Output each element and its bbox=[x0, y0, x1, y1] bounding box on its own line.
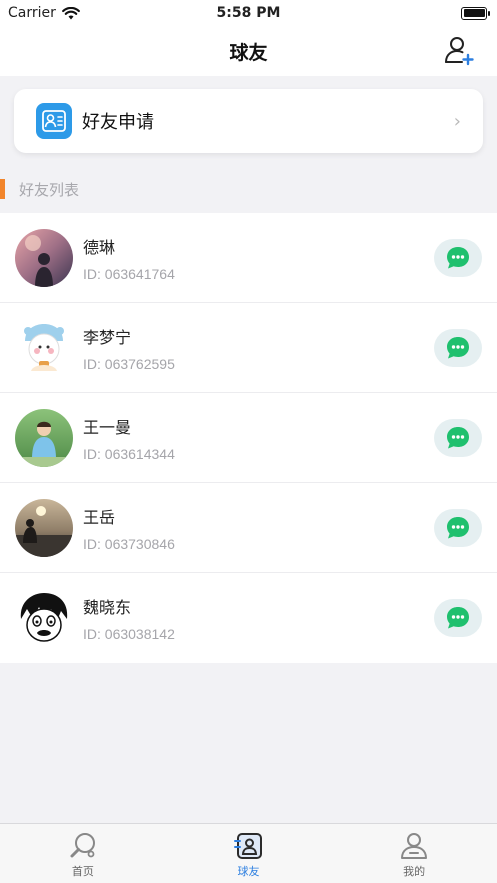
friend-name: 李梦宁 bbox=[83, 327, 132, 347]
tab-label: 首页 bbox=[71, 865, 94, 878]
friend-id: ID: 063614344 bbox=[83, 445, 175, 462]
friend-id: ID: 063641764 bbox=[83, 265, 175, 282]
tab-bar: 首页 球友 我的 bbox=[0, 823, 497, 883]
friend-row[interactable]: 王一曼 ID: 063614344 bbox=[0, 393, 497, 483]
friend-name: 王一曼 bbox=[83, 417, 132, 437]
ping-pong-paddle-icon bbox=[70, 833, 95, 858]
carrier-label: Carrier bbox=[8, 5, 56, 21]
status-left: Carrier bbox=[8, 5, 80, 21]
friend-name: 王岳 bbox=[83, 507, 116, 527]
tab-profile[interactable]: 我的 bbox=[331, 824, 497, 883]
chat-button[interactable] bbox=[434, 328, 482, 367]
avatar[interactable] bbox=[15, 408, 73, 467]
add-friend-button[interactable] bbox=[443, 35, 475, 67]
chat-button[interactable] bbox=[434, 238, 482, 277]
friend-id: ID: 063038142 bbox=[83, 626, 175, 642]
chat-button[interactable] bbox=[434, 418, 482, 457]
wifi-icon bbox=[61, 6, 80, 19]
chat-bubble-icon bbox=[447, 426, 469, 448]
avatar[interactable] bbox=[15, 228, 73, 287]
contact-card-icon bbox=[36, 103, 72, 139]
friend-info: 李梦宁 ID: 063762595 bbox=[83, 324, 434, 372]
friend-row[interactable]: 魏晓东 ID: 063038142 bbox=[0, 573, 497, 663]
friend-info: 德琳 ID: 063641764 bbox=[83, 234, 434, 282]
friend-id: ID: 063730846 bbox=[83, 535, 175, 552]
friend-request-label: 好友申请 bbox=[82, 112, 154, 133]
battery-icon bbox=[461, 6, 490, 20]
friend-list: 德琳 ID: 063641764 李梦宁 ID: 063762595 王一曼 I… bbox=[0, 213, 497, 663]
page-title: 球友 bbox=[229, 41, 268, 64]
chat-bubble-icon bbox=[447, 246, 469, 268]
friend-name: 魏晓东 bbox=[83, 598, 132, 617]
chevron-right-icon: › bbox=[453, 110, 461, 132]
chat-bubble-icon bbox=[447, 607, 469, 629]
chat-bubble-icon bbox=[447, 516, 469, 538]
status-bar: Carrier 5:58 PM bbox=[0, 0, 497, 26]
avatar[interactable] bbox=[15, 589, 73, 647]
tab-label: 球友 bbox=[237, 865, 260, 878]
section-title: 好友列表 bbox=[19, 180, 80, 199]
avatar[interactable] bbox=[15, 318, 73, 377]
friend-request-card[interactable]: 好友申请 › bbox=[14, 89, 483, 153]
avatar[interactable] bbox=[15, 498, 73, 557]
chat-button[interactable] bbox=[434, 508, 482, 547]
add-user-icon bbox=[445, 37, 474, 66]
friend-info: 王一曼 ID: 063614344 bbox=[83, 414, 434, 462]
user-icon bbox=[401, 833, 428, 859]
friends-contact-icon bbox=[233, 833, 262, 859]
friend-id: ID: 063762595 bbox=[83, 355, 175, 372]
friend-row[interactable]: 李梦宁 ID: 063762595 bbox=[0, 303, 497, 393]
tab-label: 我的 bbox=[403, 865, 426, 878]
tab-home[interactable]: 首页 bbox=[0, 824, 166, 883]
section-accent-bar bbox=[0, 179, 5, 199]
friend-row[interactable]: 德琳 ID: 063641764 bbox=[0, 213, 497, 303]
chat-button[interactable] bbox=[434, 599, 482, 637]
friend-info: 王岳 ID: 063730846 bbox=[83, 504, 434, 552]
friend-row[interactable]: 王岳 ID: 063730846 bbox=[0, 483, 497, 573]
friend-list-header: 好友列表 bbox=[0, 178, 497, 200]
friend-name: 德琳 bbox=[83, 237, 116, 257]
friend-info: 魏晓东 ID: 063038142 bbox=[83, 594, 434, 642]
tab-friends[interactable]: 球友 bbox=[166, 824, 332, 883]
chat-bubble-icon bbox=[447, 336, 469, 358]
nav-bar: 球友 bbox=[0, 26, 497, 76]
